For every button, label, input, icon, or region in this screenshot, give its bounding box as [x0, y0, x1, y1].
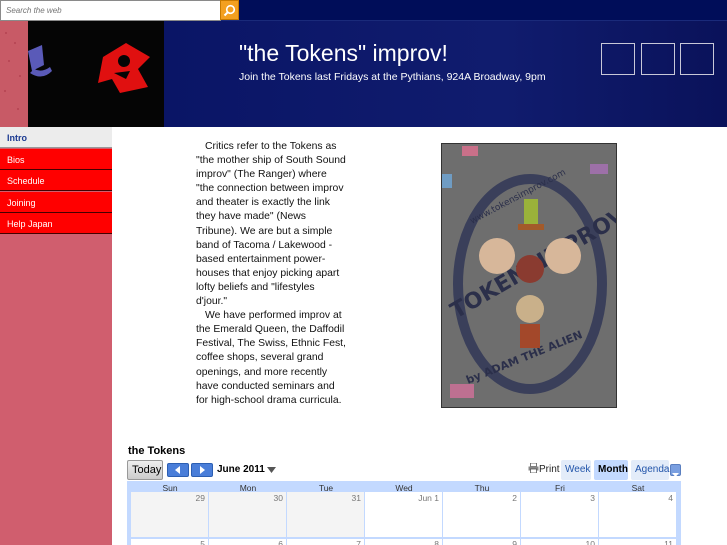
- search-button[interactable]: [220, 0, 239, 20]
- chevron-right-icon: [200, 466, 205, 474]
- calendar-day-cell[interactable]: 10: [521, 539, 598, 545]
- header-box-1: [601, 43, 635, 75]
- calendar-day-cell[interactable]: 3: [521, 492, 598, 537]
- search-input[interactable]: [0, 0, 221, 21]
- nav-item-help-japan[interactable]: Help Japan: [0, 213, 112, 234]
- site-tagline: Join the Tokens last Fridays at the Pyth…: [239, 71, 546, 83]
- agenda-dropdown-button[interactable]: [670, 464, 681, 477]
- chevron-down-icon: [672, 473, 679, 477]
- month-dropdown-icon[interactable]: [267, 467, 276, 473]
- site-logo[interactable]: [28, 21, 164, 127]
- calendar-day-cell[interactable]: 5: [131, 539, 208, 545]
- today-button[interactable]: Today: [127, 460, 163, 480]
- calendar-day-cell[interactable]: Jun 1: [365, 492, 442, 537]
- tokens-logo-graphic: [28, 43, 150, 93]
- calendar-day-cell[interactable]: 6: [209, 539, 286, 545]
- search-icon: [223, 4, 236, 16]
- nav-item-joining[interactable]: Joining: [0, 192, 112, 213]
- header-box-3: [680, 43, 714, 75]
- calendar-day-cell[interactable]: 2: [443, 492, 520, 537]
- next-month-button[interactable]: [191, 463, 213, 477]
- site-title: "the Tokens" improv!: [239, 40, 448, 66]
- tab-month[interactable]: Month: [594, 460, 628, 480]
- calendar-day-cell[interactable]: 11: [599, 539, 676, 545]
- nav-item-bios[interactable]: Bios: [0, 149, 112, 170]
- calendar-day-cell[interactable]: 31: [287, 492, 364, 537]
- tab-agenda[interactable]: Agenda: [631, 460, 669, 480]
- header-box-2: [641, 43, 675, 75]
- calendar-day-cell[interactable]: 7: [287, 539, 364, 545]
- chalk-art-photo: www.tokensimprov.com TOKENSIMPROV by ADA…: [441, 143, 617, 408]
- calendar-day-cell[interactable]: 9: [443, 539, 520, 545]
- calendar-day-cell[interactable]: 4: [599, 492, 676, 537]
- intro-paragraph-1: Critics refer to the Tokens as "the moth…: [196, 141, 346, 308]
- header-left-strip: [0, 21, 28, 127]
- calendar-day-cell[interactable]: 30: [209, 492, 286, 537]
- tab-week[interactable]: Week: [561, 460, 591, 480]
- print-label: Print: [539, 464, 560, 475]
- calendar-day-cell[interactable]: 8: [365, 539, 442, 545]
- calendar-title: the Tokens: [128, 445, 186, 457]
- nav-item-intro[interactable]: Intro: [0, 127, 112, 148]
- print-link[interactable]: Print: [528, 462, 560, 475]
- chevron-left-icon: [175, 466, 180, 474]
- intro-paragraph-2: We have performed improv at the Emerald …: [196, 310, 346, 406]
- nav-item-schedule[interactable]: Schedule: [0, 170, 112, 191]
- prev-month-button[interactable]: [167, 463, 189, 477]
- month-label[interactable]: June 2011: [217, 464, 265, 475]
- calendar-day-cell[interactable]: 29: [131, 492, 208, 537]
- printer-icon: [528, 462, 539, 474]
- intro-text: Critics refer to the Tokens as "the moth…: [196, 140, 346, 408]
